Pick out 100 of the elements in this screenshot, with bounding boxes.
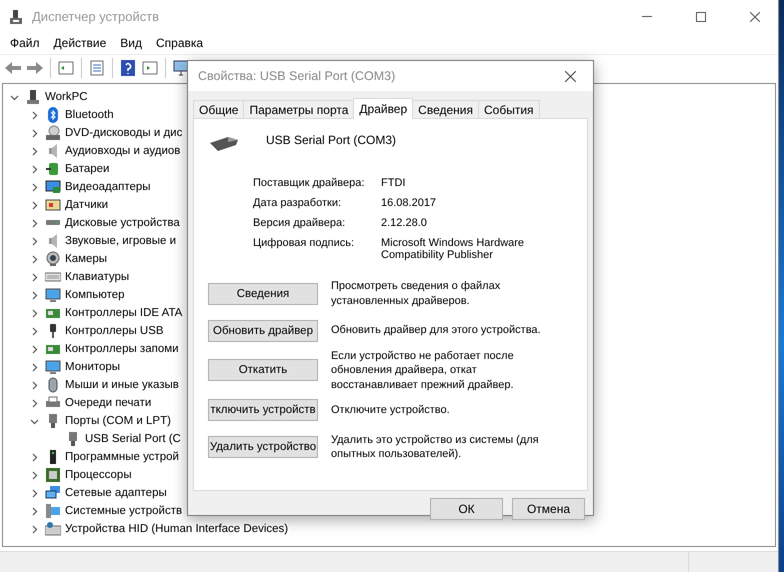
tree-item[interactable]: WorkPC (45, 91, 88, 103)
chevron-right-icon[interactable] (30, 308, 38, 318)
property-label: Цифровая подпись: (253, 237, 356, 251)
pane-icon[interactable] (141, 59, 159, 77)
bluetooth-icon (45, 107, 61, 123)
menu-item[interactable]: Файл (3, 36, 47, 50)
chevron-right-icon[interactable] (30, 128, 38, 138)
property-label: Дата разработки: (253, 197, 342, 209)
chevron-right-icon[interactable] (30, 272, 38, 282)
tree-item[interactable]: Мыши и иные указыв (65, 379, 179, 391)
action-button[interactable]: Сведения (208, 282, 318, 304)
tab[interactable]: Драйвер (353, 98, 414, 119)
chevron-right-icon[interactable] (30, 164, 38, 174)
device-manager-icon (8, 8, 24, 24)
computer-icon (25, 89, 41, 105)
chevron-right-icon[interactable] (30, 362, 38, 372)
chevron-down-icon[interactable] (30, 416, 38, 426)
computer-icon (45, 503, 61, 519)
action-button[interactable]: Удалить устройство (208, 436, 318, 458)
property-value: Microsoft Windows Hardware Compatibility Publisher (381, 237, 526, 261)
tree-item[interactable]: Контроллеры IDE ATA (65, 307, 182, 319)
tree-item[interactable]: Порты (COM и LPT) (65, 415, 171, 427)
chevron-right-icon[interactable] (30, 452, 38, 462)
tab[interactable]: Общие (193, 100, 244, 119)
tree-item[interactable]: Аудиовходы и аудиов (65, 145, 180, 157)
property-value: 16.08.2017 (381, 197, 438, 209)
tree-item[interactable]: Дисковые устройства (65, 217, 180, 229)
tree-item[interactable]: Программные устрой (65, 451, 179, 463)
chevron-right-icon[interactable] (30, 236, 38, 246)
action-description: Просмотреть сведения о файлах установленных драйверов. (331, 279, 502, 308)
battery-icon (45, 161, 61, 177)
chevron-right-icon[interactable] (30, 506, 38, 516)
tree-item[interactable]: Процессоры (65, 469, 132, 481)
action-button[interactable]: Обновить драйвер (208, 320, 318, 342)
action-button[interactable]: тключить устройств (208, 399, 318, 422)
tree-item[interactable]: Компьютер (65, 289, 125, 301)
close-icon[interactable] (564, 70, 576, 82)
ok-button[interactable]: ОК (430, 498, 503, 520)
tree-item[interactable]: Устройства HID (Human Interface Devices) (65, 523, 288, 535)
cancel-button[interactable]: Отмена (512, 498, 585, 520)
chevron-right-icon[interactable] (30, 110, 38, 120)
action-button[interactable]: Откатить (208, 359, 318, 382)
tree-item[interactable]: USB Serial Port (C (85, 433, 181, 445)
forward-arrow-icon[interactable] (26, 59, 44, 77)
chevron-right-icon[interactable] (30, 488, 38, 498)
chevron-right-icon[interactable] (30, 398, 38, 408)
tree-item[interactable]: Видеоадаптеры (65, 181, 151, 193)
tree-item[interactable]: Сетевые адаптеры (65, 487, 167, 499)
tree-item[interactable]: Мониторы (65, 361, 120, 373)
tree-item[interactable]: Bluetooth (65, 109, 114, 121)
chevron-right-icon[interactable] (30, 218, 38, 228)
chevron-right-icon[interactable] (30, 326, 38, 336)
tree-item[interactable]: Очереди печати (65, 397, 152, 409)
disk-drive-icon (45, 220, 61, 225)
tab[interactable]: События (478, 100, 540, 119)
dialog-title: Свойства: USB Serial Port (COM3) (198, 69, 396, 83)
chevron-right-icon[interactable] (30, 290, 38, 300)
chevron-right-icon[interactable] (30, 380, 38, 390)
pane-icon[interactable] (57, 59, 75, 77)
tab[interactable]: Сведения (412, 100, 479, 119)
tree-item[interactable]: Датчики (65, 199, 108, 211)
action-description: Обновить драйвер для этого устройства. (331, 323, 542, 338)
tree-item[interactable]: Звуковые, игровые и (65, 235, 176, 247)
properties-icon[interactable] (88, 59, 106, 77)
action-description: Удалить это устройство из системы (для опытных пользователей). (331, 433, 540, 462)
property-label: Версия драйвера: (253, 217, 346, 229)
help-icon[interactable] (119, 59, 137, 77)
close-icon[interactable] (750, 12, 760, 22)
tree-item[interactable]: Системные устройств (65, 505, 182, 517)
tree-item[interactable]: Контроллеры USB (65, 325, 164, 337)
sensor-icon (45, 197, 61, 213)
property-value: FTDI (381, 177, 406, 189)
maximize-icon[interactable] (696, 12, 706, 22)
tab[interactable]: Параметры порта (243, 100, 354, 119)
chevron-right-icon[interactable] (30, 524, 38, 534)
menu-item[interactable]: Справка (149, 36, 210, 50)
processor-icon (45, 467, 61, 483)
monitor-icon (45, 359, 61, 375)
tree-item[interactable]: Контроллеры запоми (65, 343, 179, 355)
tree-item[interactable]: Камеры (65, 253, 108, 265)
chevron-right-icon[interactable] (30, 182, 38, 192)
back-arrow-icon[interactable] (4, 59, 22, 77)
chevron-down-icon[interactable] (10, 92, 18, 102)
monitor-icon[interactable] (172, 59, 190, 77)
chevron-right-icon[interactable] (30, 200, 38, 210)
tree-item[interactable]: Клавиатуры (65, 271, 130, 283)
window-title: Диспетчер устройств (32, 9, 160, 24)
menu-item[interactable]: Вид (113, 36, 149, 50)
device-name: USB Serial Port (COM3) (266, 133, 396, 147)
chevron-right-icon[interactable] (30, 470, 38, 480)
tree-item[interactable]: DVD-дисководы и дис (65, 127, 182, 139)
action-description: Если устройство не работает после обновления драйвера, откат восстанавливает прежний драйвер. (331, 349, 515, 392)
monitor-icon (45, 287, 61, 303)
action-description: Отключите устройство. (331, 403, 451, 418)
menu-item[interactable]: Действие (46, 36, 114, 50)
network-icon (45, 485, 61, 501)
chevron-right-icon[interactable] (30, 146, 38, 156)
chevron-right-icon[interactable] (30, 254, 38, 264)
tree-item[interactable]: Батареи (65, 163, 110, 175)
chevron-right-icon[interactable] (30, 344, 38, 354)
